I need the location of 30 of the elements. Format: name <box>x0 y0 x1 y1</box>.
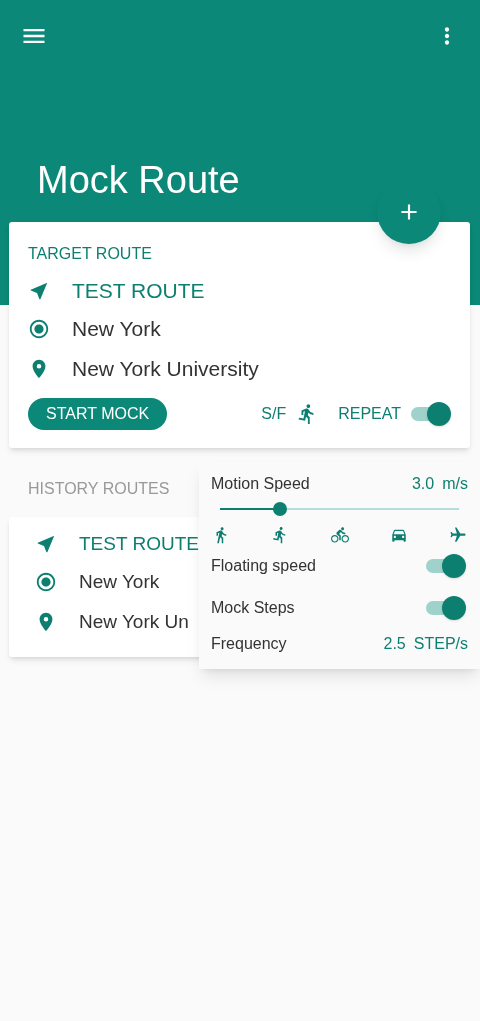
toggle-switch[interactable] <box>426 596 466 620</box>
route-origin: New York <box>79 569 160 594</box>
speed-unit: m/s <box>442 474 468 494</box>
frequency-unit: STEP/s <box>413 634 468 654</box>
bike-icon[interactable] <box>330 526 349 544</box>
navigation-arrow-icon <box>28 280 50 302</box>
frequency-value: 2.5 <box>383 634 406 654</box>
route-name: TEST ROUTE <box>72 278 205 305</box>
motion-speed-label: Motion Speed <box>211 474 310 494</box>
frequency-label: Frequency <box>211 634 287 654</box>
repeat-switch[interactable] <box>411 402 451 426</box>
origin-icon <box>28 318 50 340</box>
toggle-label: Floating speed <box>211 556 316 576</box>
card-label: TARGET ROUTE <box>28 244 153 264</box>
section-label: HISTORY ROUTES <box>28 479 170 499</box>
origin-icon <box>35 571 57 593</box>
plane-icon[interactable] <box>449 526 467 544</box>
start-mock-button[interactable]: START MOCK <box>28 398 168 430</box>
slider-thumb[interactable] <box>272 502 287 516</box>
navigation-arrow-icon <box>35 533 57 555</box>
route-name: TEST ROUTE <box>79 531 199 556</box>
route-destination: New York Un <box>79 609 189 634</box>
route-destination: New York University <box>72 356 259 383</box>
speed-value: 3.0 <box>411 474 435 494</box>
page-title: Mock Route <box>37 158 241 203</box>
toggle-label: Mock Steps <box>211 598 295 618</box>
repeat-label: REPEAT <box>338 404 401 424</box>
toggle-switch[interactable] <box>426 554 466 578</box>
route-origin: New York <box>72 316 161 343</box>
sf-label: S/F <box>261 404 287 424</box>
